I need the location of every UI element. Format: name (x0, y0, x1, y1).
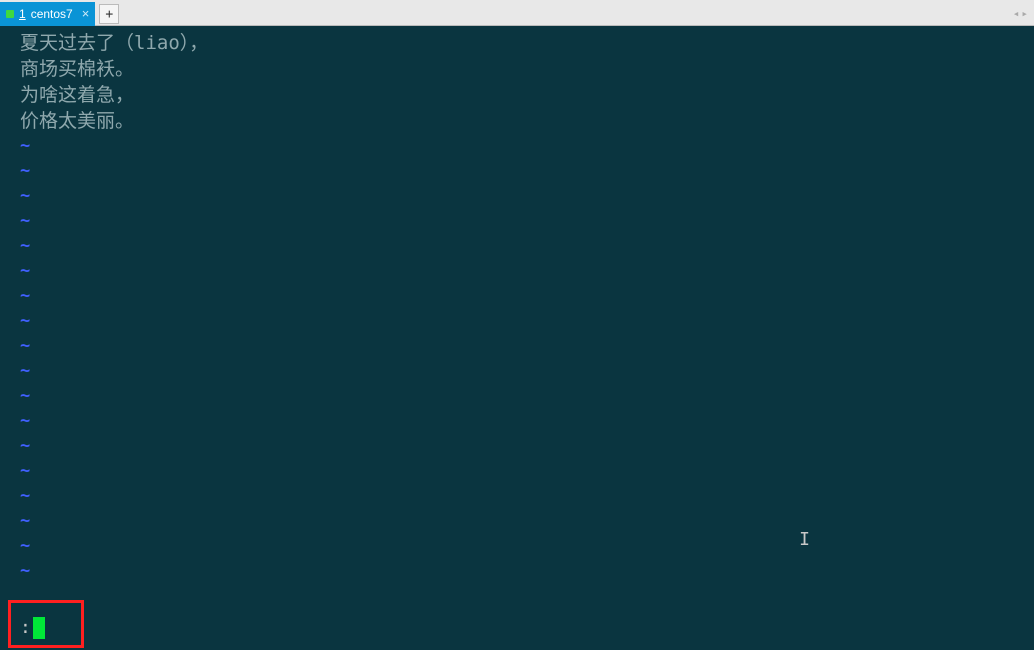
empty-line-marker: ~ (0, 434, 1034, 459)
empty-line-marker: ~ (0, 559, 1034, 584)
terminal-area[interactable]: 夏天过去了（liao），商场买棉袄。为啥这着急，价格太美丽。 ~~~~~~~~~… (0, 26, 1034, 650)
empty-line-marker: ~ (0, 459, 1034, 484)
empty-line-marker: ~ (0, 384, 1034, 409)
empty-line-marker: ~ (0, 534, 1034, 559)
tab-active[interactable]: 1 centos7 × (0, 2, 95, 26)
command-prefix: : (20, 616, 31, 640)
empty-line-marker: ~ (0, 259, 1034, 284)
editor-line: 价格太美丽。 (0, 108, 1034, 134)
editor-line: 为啥这着急， (0, 82, 1034, 108)
tab-bar: 1 centos7 × + ◂ ▸ (0, 0, 1034, 26)
empty-line-marker: ~ (0, 234, 1034, 259)
editor-line: 夏天过去了（liao）， (0, 30, 1034, 56)
tab-next-icon[interactable]: ▸ (1021, 7, 1028, 20)
empty-line-marker: ~ (0, 359, 1034, 384)
empty-line-marker: ~ (0, 284, 1034, 309)
empty-line-marker: ~ (0, 509, 1034, 534)
tab-label: centos7 (31, 7, 73, 21)
empty-line-marker: ~ (0, 484, 1034, 509)
cursor-icon (33, 617, 45, 639)
empty-line-marker: ~ (0, 184, 1034, 209)
add-tab-button[interactable]: + (99, 4, 119, 24)
empty-line-marker: ~ (0, 409, 1034, 434)
empty-line-marker: ~ (0, 209, 1034, 234)
empty-line-marker: ~ (0, 159, 1034, 184)
status-dot-icon (6, 10, 14, 18)
tab-nav: ◂ ▸ (1013, 0, 1028, 26)
empty-line-marker: ~ (0, 134, 1034, 159)
editor-line: 商场买棉袄。 (0, 56, 1034, 82)
tab-prev-icon[interactable]: ◂ (1013, 7, 1020, 20)
close-icon[interactable]: × (82, 6, 90, 21)
tab-number: 1 (19, 7, 26, 21)
empty-line-marker: ~ (0, 309, 1034, 334)
vim-command-line[interactable]: : (20, 616, 45, 640)
empty-line-marker: ~ (0, 334, 1034, 359)
